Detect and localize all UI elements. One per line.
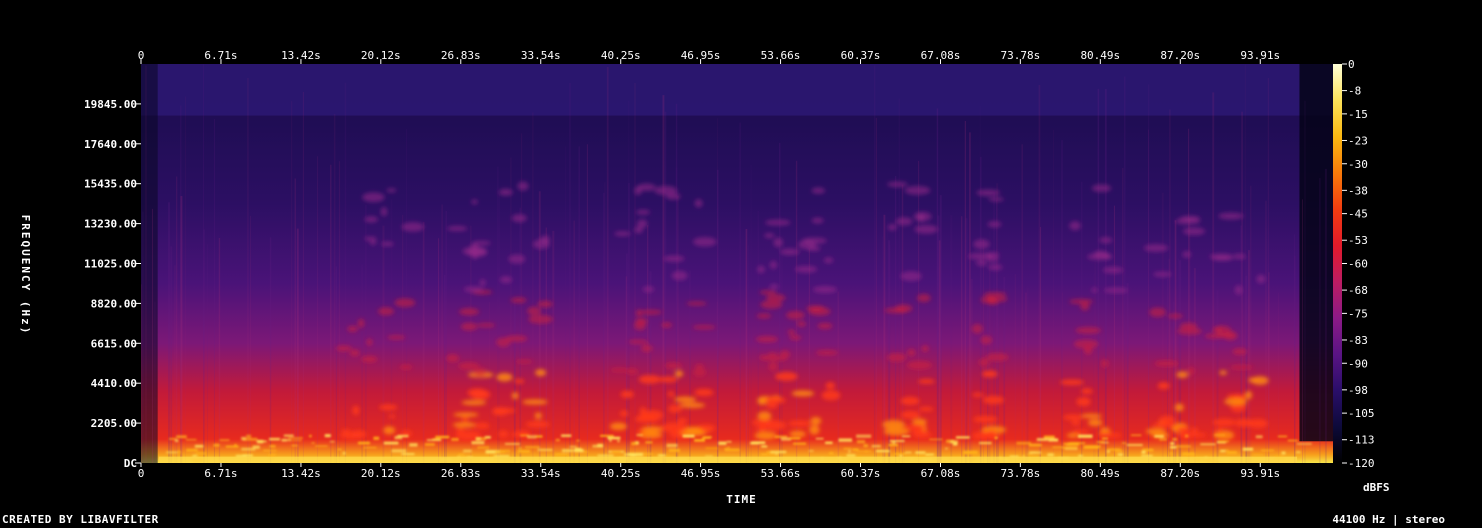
colorbar-tick-label: -15 xyxy=(1348,108,1368,121)
x-tick-label: 33.54s xyxy=(521,49,561,62)
x-tick-label: 60.37s xyxy=(841,467,881,480)
colorbar-tick-label: -60 xyxy=(1348,258,1368,271)
x-tick-label: 40.25s xyxy=(601,49,641,62)
colorbar-tick-label: -113 xyxy=(1348,434,1375,447)
colorbar-tick-label: -23 xyxy=(1348,134,1368,147)
y-tick-label: 2205.00 xyxy=(91,417,137,430)
x-axis-top: 0 6.71s 13.42s 20.12s 26.83s 33.54s 40.25s 46.9… xyxy=(138,49,1280,64)
colorbar-tick-label: -38 xyxy=(1348,184,1368,197)
colorbar-tick-label: -8 xyxy=(1348,85,1361,98)
y-tick-label: 13230.00 xyxy=(84,218,137,231)
x-tick-label: 67.08s xyxy=(921,467,961,480)
x-tick-label: 53.66s xyxy=(761,49,801,62)
y-tick-label: 6615.00 xyxy=(91,337,137,350)
x-tick-label: 87.20s xyxy=(1160,49,1200,62)
y-axis: DC 2205.00 4410.00 6615.00 8820.00 11025.00 13… xyxy=(84,98,141,470)
y-tick-label: 4410.00 xyxy=(91,377,137,390)
x-tick-label: 13.42s xyxy=(281,49,321,62)
hf-band xyxy=(141,64,1340,116)
colorbar-unit: dBFS xyxy=(1363,481,1390,494)
x-tick-label: 33.54s xyxy=(521,467,561,480)
y-tick-label: 11025.00 xyxy=(84,258,137,271)
x-tick-label: 0 xyxy=(138,467,145,480)
colorbar-tick-label: -105 xyxy=(1348,407,1375,420)
x-tick-label: 87.20s xyxy=(1160,467,1200,480)
colorbar-tick-label: 0 xyxy=(1348,58,1355,71)
x-tick-label: 6.71s xyxy=(204,49,237,62)
colorbar: 0 -8 -15 -23 -30 -38 -45 -53 -60 -68 -75 -83 -90 -98 -… xyxy=(1333,58,1390,494)
y-tick-label: 15435.00 xyxy=(84,178,137,191)
y-tick-label: DC xyxy=(124,457,137,470)
x-tick-label: 80.49s xyxy=(1080,467,1120,480)
x-tick-label: 26.83s xyxy=(441,49,481,62)
x-tick-label: 6.71s xyxy=(204,467,237,480)
y-axis-title: FREQUENCY (Hz) xyxy=(19,215,32,336)
colorbar-tick-label: -68 xyxy=(1348,284,1368,297)
spectrogram-plot-area xyxy=(141,64,1340,463)
spectrogram-chart: 0 6.71s 13.42s 20.12s 26.83s 33.54s 40.25s 46.9… xyxy=(19,49,1390,506)
x-tick-label: 20.12s xyxy=(361,49,401,62)
colorbar-tick-label: -45 xyxy=(1348,208,1368,221)
x-tick-label: 40.25s xyxy=(601,467,641,480)
x-tick-label: 53.66s xyxy=(761,467,801,480)
x-axis-bottom: 0 6.71s 13.42s 20.12s 26.83s 33.54s 40.25s 46.9… xyxy=(138,463,1280,480)
x-tick-label: 93.91s xyxy=(1240,49,1280,62)
y-tick-label: 8820.00 xyxy=(91,297,137,310)
x-tick-label: 46.95s xyxy=(681,49,721,62)
y-tick-label: 19845.00 xyxy=(84,98,137,111)
colorbar-tick-label: -83 xyxy=(1348,334,1368,347)
footer-sample-rate: 44100 Hz | stereo xyxy=(1332,513,1445,526)
x-tick-label: 73.78s xyxy=(1000,49,1040,62)
footer-credit: CREATED BY LIBAVFILTER xyxy=(2,513,159,526)
colorbar-tick-label: -75 xyxy=(1348,307,1368,320)
x-axis-title: TIME xyxy=(726,493,757,506)
x-tick-label: 46.95s xyxy=(681,467,721,480)
colorbar-tick-label: -53 xyxy=(1348,234,1368,247)
x-tick-label: 20.12s xyxy=(361,467,401,480)
x-tick-label: 0 xyxy=(138,49,145,62)
colorbar-gradient xyxy=(1333,64,1342,463)
y-tick-label: 17640.00 xyxy=(84,138,137,151)
x-tick-label: 67.08s xyxy=(921,49,961,62)
colorbar-tick-label: -30 xyxy=(1348,158,1368,171)
colorbar-tick-label: -98 xyxy=(1348,384,1368,397)
x-tick-label: 13.42s xyxy=(281,467,321,480)
colorbar-tick-label: -90 xyxy=(1348,357,1368,370)
colorbar-tick-label: -120 xyxy=(1348,457,1375,470)
x-tick-label: 60.37s xyxy=(841,49,881,62)
x-tick-label: 73.78s xyxy=(1000,467,1040,480)
x-tick-label: 80.49s xyxy=(1080,49,1120,62)
x-tick-label: 93.91s xyxy=(1240,467,1280,480)
x-tick-label: 26.83s xyxy=(441,467,481,480)
